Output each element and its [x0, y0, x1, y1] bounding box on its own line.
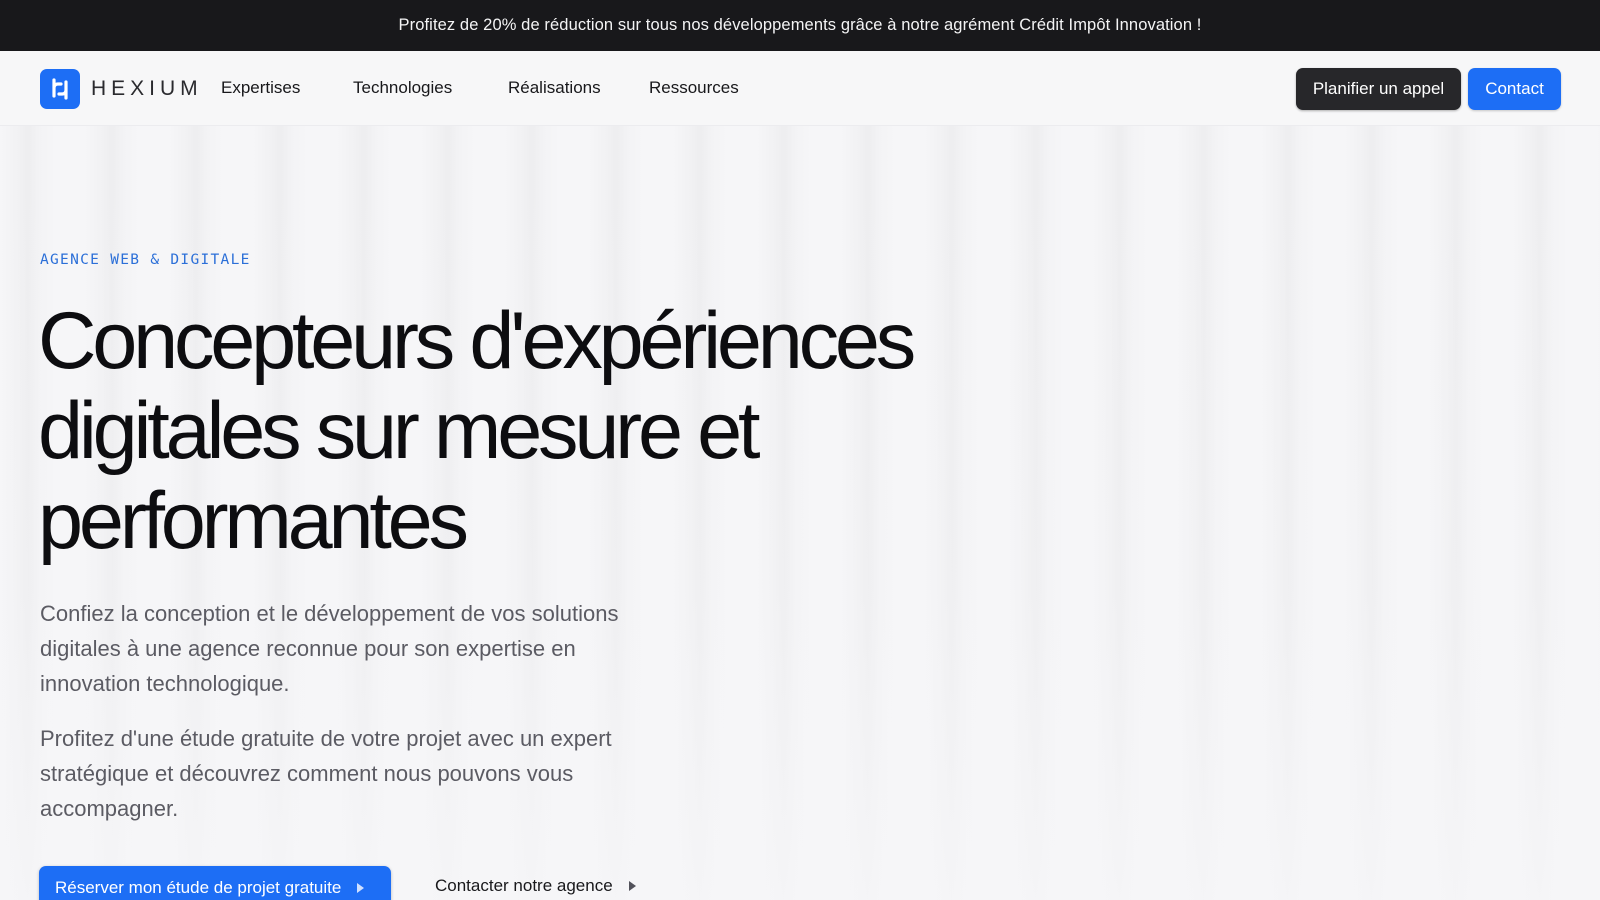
header-navbar: HEXIUM Expertises Technologies Réalisati…: [0, 51, 1600, 126]
nav-item-technologies[interactable]: Technologies: [353, 78, 452, 98]
contact-button[interactable]: Contact: [1468, 68, 1561, 110]
nav-item-ressources[interactable]: Ressources: [649, 78, 739, 98]
logo-text: HEXIUM: [91, 77, 203, 100]
hero-description: Confiez la conception et le développemen…: [40, 601, 619, 696]
play-arrow-icon: [357, 883, 365, 893]
hero-offer-text: Profitez d'une étude gratuite de votre p…: [40, 726, 612, 821]
logo[interactable]: HEXIUM: [40, 69, 203, 109]
hero-headline-line-2: digitales sur mesure et: [38, 386, 760, 476]
nav-item-realisations[interactable]: Réalisations: [508, 78, 601, 98]
contact-agency-label: Contacter notre agence: [435, 876, 613, 895]
contact-agency-link[interactable]: Contacter notre agence: [435, 876, 636, 896]
hero-headline-line-3: performantes: [38, 476, 469, 566]
promo-banner: Profitez de 20% de réduction sur tous no…: [0, 0, 1600, 51]
hero-eyebrow: AGENCE WEB & DIGITALE: [40, 252, 251, 268]
play-arrow-icon: [628, 881, 636, 891]
book-free-study-button[interactable]: Réserver mon étude de projet gratuite: [39, 866, 391, 900]
hexium-logo-icon: [40, 69, 80, 109]
hero-headline: Concepteurs d'expériences digitales sur …: [38, 296, 978, 566]
schedule-call-button[interactable]: Planifier un appel: [1296, 68, 1461, 110]
promo-banner-text: Profitez de 20% de réduction sur tous no…: [398, 16, 1202, 34]
book-free-study-label: Réserver mon étude de projet gratuite: [55, 878, 342, 897]
hero-headline-line-1: Concepteurs d'expériences: [38, 296, 916, 386]
nav-item-expertises[interactable]: Expertises: [221, 78, 300, 98]
